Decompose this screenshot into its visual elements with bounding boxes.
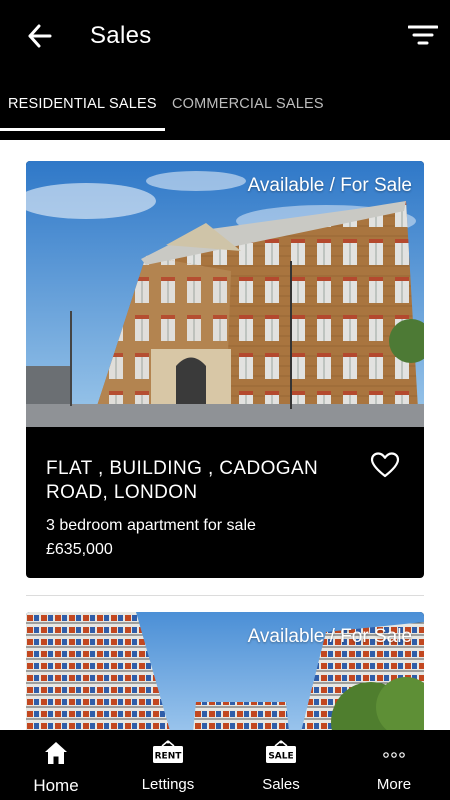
arrow-left-icon [28,24,52,48]
more-dots-icon [383,752,405,758]
rent-sign-icon: RENT [153,740,183,763]
listing-description: 3 bedroom apartment for sale [46,517,256,534]
nav-more[interactable]: More [338,730,450,800]
nav-sales[interactable]: SALE Sales [225,730,337,800]
back-button[interactable] [22,20,58,52]
nav-more-label: More [376,776,412,793]
listing-details: FLAT , BUILDING , CADOGAN ROAD, LONDON 3… [26,427,424,578]
svg-text:SALE: SALE [268,752,293,762]
bottom-navigation: Home RENT Lettings SALE Sales More [0,730,450,800]
card-divider [26,595,424,596]
nav-lettings[interactable]: RENT Lettings [112,730,224,800]
property-photo [26,161,424,427]
home-icon [45,742,67,764]
nav-home-label: Home [33,776,79,795]
sale-sign-icon: SALE [266,740,296,763]
nav-home[interactable]: Home [0,730,112,800]
listing-card[interactable]: Available / For Sale [26,612,424,730]
nav-lettings-label: Lettings [141,776,195,793]
tab-commercial-sales[interactable]: COMMERCIAL SALES [172,96,324,112]
app-bar: Sales RESIDENTIAL SALES COMMERCIAL SALES [0,0,450,140]
filter-button[interactable] [407,22,439,48]
active-tab-indicator [0,128,165,131]
availability-status: Available / For Sale [247,175,412,196]
tab-bar: RESIDENTIAL SALES COMMERCIAL SALES [0,84,450,134]
listing-address: FLAT , BUILDING , CADOGAN ROAD, LONDON [46,458,319,503]
filter-icon [407,25,439,45]
heart-outline-icon [370,452,400,478]
listing-price: £635,000 [46,541,113,558]
page-title: Sales [90,22,152,49]
availability-status: Available / For Sale [247,626,412,647]
tab-residential-sales[interactable]: RESIDENTIAL SALES [8,96,157,112]
favorite-button[interactable] [370,451,400,479]
listing-card[interactable]: Available / For Sale FLAT , BUILDING , C… [26,161,424,578]
listing-feed[interactable]: Available / For Sale FLAT , BUILDING , C… [0,140,450,730]
svg-text:RENT: RENT [155,752,183,762]
nav-sales-label: Sales [262,776,300,793]
